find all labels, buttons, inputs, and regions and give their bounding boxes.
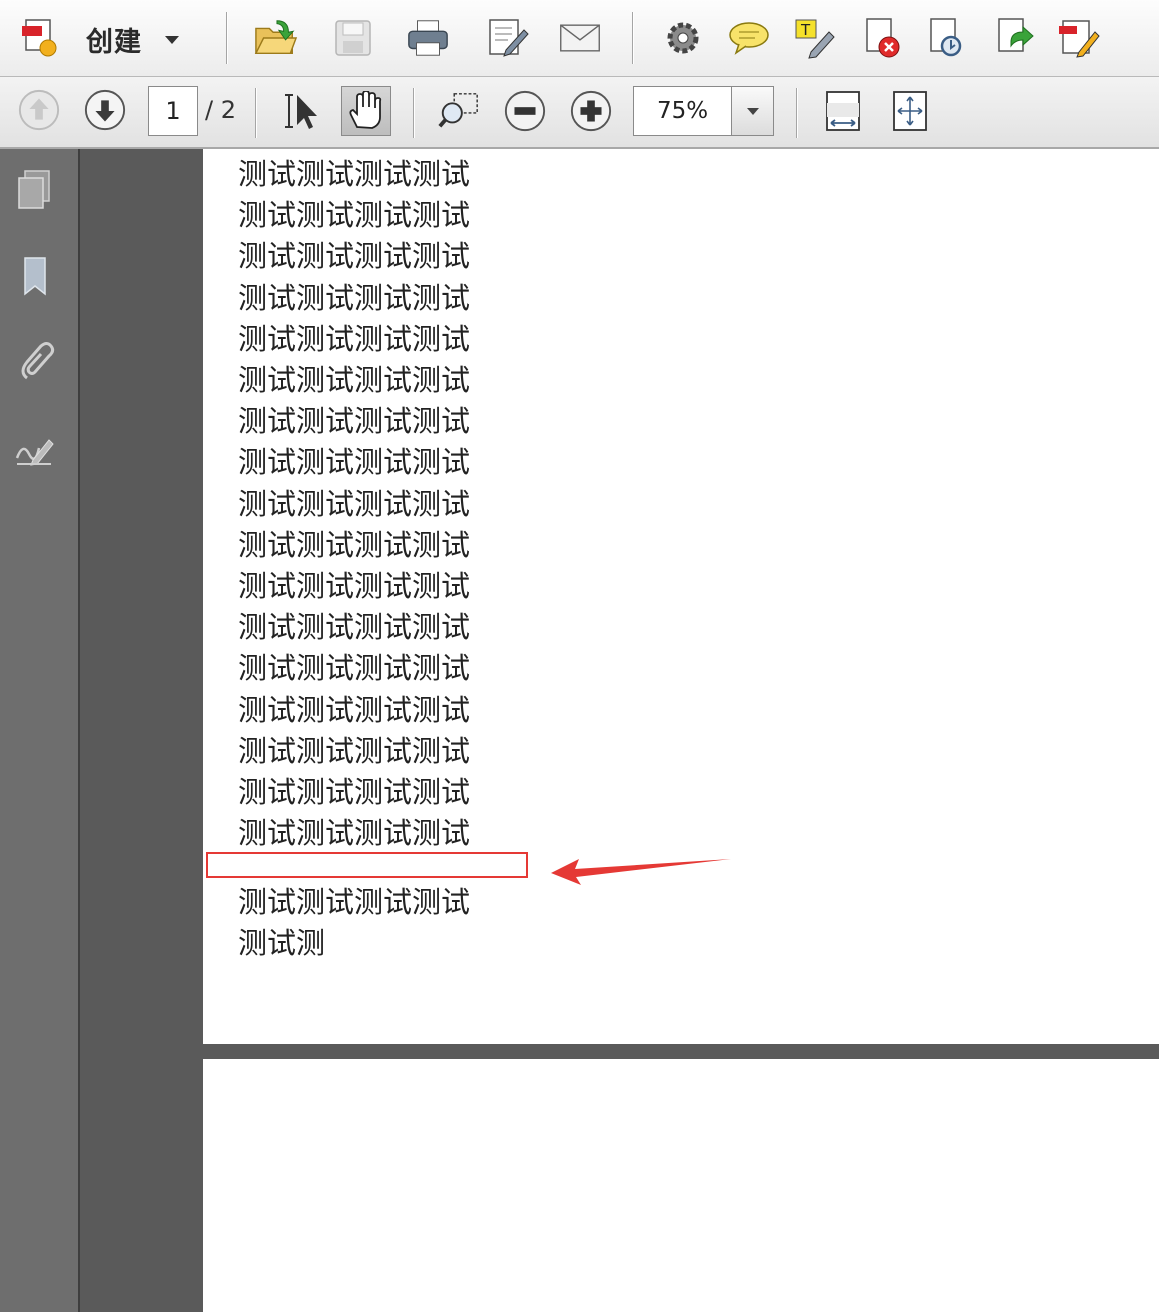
zoom-level-input[interactable] bbox=[633, 86, 731, 136]
marquee-zoom-icon[interactable] bbox=[437, 89, 481, 133]
zoom-dropdown-button[interactable] bbox=[731, 86, 774, 136]
text-line: 测试测试测试测试 bbox=[238, 816, 471, 851]
main-toolbar: 创建 T bbox=[0, 0, 1159, 77]
toolbar-separator bbox=[413, 88, 414, 138]
text-line: 测试测试测试测试 bbox=[238, 651, 471, 686]
page-number-input[interactable] bbox=[148, 86, 198, 136]
toolbar-separator bbox=[632, 12, 633, 64]
edit-icon[interactable] bbox=[486, 16, 530, 60]
text-line: 测试测试测试测试 bbox=[238, 486, 471, 521]
text-line: 测试测试测试测试 bbox=[238, 569, 471, 603]
text-line: 测试测试测试测试 bbox=[238, 157, 471, 191]
pdf-page-1: 测试测试测试测试 测试测试测试测试 测试测试测试测试 测试测试测试测试 测试测试测试测试… bbox=[203, 149, 1159, 1044]
create-dropdown-icon[interactable] bbox=[165, 36, 179, 44]
comment-icon[interactable] bbox=[727, 16, 771, 60]
text-line: 测试测试测试测试 bbox=[238, 445, 471, 480]
text-line: 测试测试测试测试 bbox=[238, 404, 471, 439]
save-icon[interactable] bbox=[331, 16, 375, 60]
signatures-icon[interactable] bbox=[10, 423, 60, 473]
share-icon[interactable] bbox=[993, 16, 1037, 60]
text-line: 测试测试测试测试 bbox=[238, 363, 471, 397]
gear-icon[interactable] bbox=[661, 16, 705, 60]
hand-tool-icon[interactable] bbox=[341, 86, 391, 136]
bookmarks-icon[interactable] bbox=[10, 251, 60, 301]
svg-text:T: T bbox=[800, 21, 811, 39]
text-line: 测试测试测试测试 bbox=[238, 885, 471, 919]
text-line: 测试测试测试测试 bbox=[238, 321, 471, 356]
text-line: 测试测试测试测试 bbox=[238, 692, 471, 727]
open-folder-icon[interactable] bbox=[254, 16, 298, 60]
annotation-highlight-box bbox=[206, 852, 528, 878]
text-line: 测试测 bbox=[238, 926, 326, 960]
text-line: 测试测试测试测试 bbox=[238, 198, 471, 233]
previous-page-icon[interactable] bbox=[17, 88, 61, 132]
zoom-out-icon[interactable] bbox=[503, 89, 547, 133]
print-icon[interactable] bbox=[406, 16, 450, 60]
navigation-pane bbox=[0, 149, 80, 1312]
fit-width-icon[interactable] bbox=[821, 89, 865, 133]
create-button[interactable]: 创建 bbox=[86, 20, 142, 59]
select-text-icon[interactable] bbox=[279, 89, 323, 133]
email-icon[interactable] bbox=[558, 16, 602, 60]
highlight-text-icon[interactable]: T bbox=[793, 16, 837, 60]
text-line: 测试测试测试测试 bbox=[238, 527, 471, 562]
pdf-page-2 bbox=[203, 1059, 1159, 1312]
chevron-down-icon bbox=[746, 107, 759, 115]
text-line: 测试测试测试测试 bbox=[238, 239, 471, 274]
text-line: 测试测试测试测试 bbox=[238, 775, 471, 809]
sign-edit-icon[interactable] bbox=[1057, 16, 1101, 60]
text-line: 测试测试测试测试 bbox=[238, 280, 471, 315]
next-page-icon[interactable] bbox=[83, 88, 127, 132]
create-pdf-icon[interactable] bbox=[20, 16, 64, 60]
fit-page-icon[interactable] bbox=[888, 89, 932, 133]
text-line: 测试测试测试测试 bbox=[238, 610, 471, 645]
delete-pdf-icon[interactable] bbox=[861, 16, 905, 60]
annotation-arrow-icon bbox=[551, 859, 731, 885]
text-line: 测试测试测试测试 bbox=[238, 733, 471, 768]
document-viewport[interactable]: 测试测试测试测试 测试测试测试测试 测试测试测试测试 测试测试测试测试 测试测试测试测试… bbox=[80, 149, 1159, 1312]
page-thumbnails-icon[interactable] bbox=[10, 165, 60, 215]
zoom-in-icon[interactable] bbox=[569, 89, 613, 133]
total-pages-label: / 2 bbox=[205, 96, 236, 124]
toolbar-separator bbox=[255, 88, 256, 138]
export-icon[interactable] bbox=[925, 16, 969, 60]
toolbar-separator bbox=[796, 88, 797, 138]
attachments-icon[interactable] bbox=[10, 337, 60, 387]
toolbar-separator bbox=[226, 12, 227, 64]
